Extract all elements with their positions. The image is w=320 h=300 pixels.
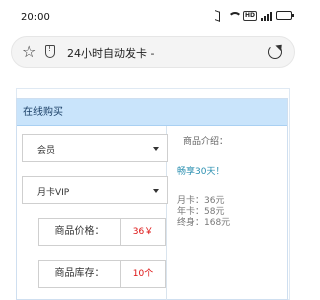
wifi-icon <box>227 11 242 21</box>
product-select-value: 月卡VIP <box>37 188 70 198</box>
hd-badge: HD <box>242 10 257 21</box>
category-select-value: 会员 <box>37 146 56 156</box>
stock-label: 商品库存： <box>39 261 121 287</box>
price-list-item: 终身：168元 <box>177 218 231 228</box>
bluetooth-icon <box>212 10 223 21</box>
chevron-down-icon <box>153 189 159 193</box>
price-list-item: 年卡：58元 <box>177 207 225 217</box>
price-value: 36￥ <box>132 227 154 237</box>
status-bar: 20:00 HD <box>0 0 300 36</box>
price-label: 商品价格： <box>39 219 121 245</box>
category-select[interactable]: 会员 <box>22 134 168 162</box>
signal-icon <box>261 11 272 21</box>
purchase-panel-header: 在线购买 <box>17 99 287 126</box>
status-time: 20:00 <box>21 12 50 23</box>
product-select[interactable]: 月卡VIP <box>22 176 168 204</box>
stock-field: 商品库存： 10个 <box>38 260 166 288</box>
price-field: 商品价格： 36￥ <box>38 218 166 246</box>
battery-icon <box>276 11 294 20</box>
page-title[interactable]: 24小时自动发卡 - <box>67 45 154 61</box>
address-bar[interactable]: ☆ 24小时自动发卡 - <box>11 36 295 68</box>
stock-value: 10个 <box>132 269 154 279</box>
chevron-down-icon <box>153 147 159 151</box>
product-info-title: 商品介绍： <box>183 137 229 147</box>
bookmark-star-icon[interactable]: ☆ <box>22 42 36 62</box>
security-warning-icon[interactable] <box>45 44 55 58</box>
price-list-item: 月卡：36元 <box>177 196 225 206</box>
product-info-promo: 畅享30天！ <box>177 167 225 177</box>
status-icons: HD <box>212 10 294 21</box>
product-price-list: 月卡：36元 年卡：58元 终身：168元 <box>177 196 230 229</box>
reload-icon[interactable] <box>268 45 282 59</box>
